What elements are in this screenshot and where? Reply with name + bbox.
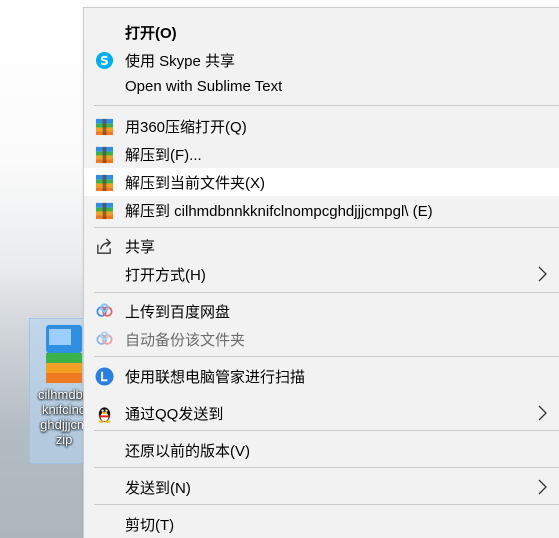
menu-item-send-qq[interactable]: 通过QQ发送到 — [84, 399, 559, 427]
caption-line: knifclno — [41, 402, 87, 417]
menu-item-label: 解压到当前文件夹(X) — [125, 175, 265, 192]
caption-line: cilhmdbn — [37, 387, 87, 402]
menu-item-cut[interactable]: 剪切(T) — [84, 510, 559, 538]
menu-item-extract-to[interactable]: 解压到(F)... — [84, 140, 559, 168]
baidu-netdisk-icon — [96, 303, 113, 317]
chevron-right-icon — [538, 405, 547, 421]
menu-item-label: 共享 — [125, 239, 156, 256]
archive-icon — [95, 146, 114, 164]
menu-item-label: 解压到(F)... — [125, 147, 202, 164]
menu-item-lenovo-scan[interactable]: 使用联想电脑管家进行扫描 — [84, 362, 559, 390]
menu-item-open[interactable]: 打开(O) — [84, 18, 559, 46]
archive-icon — [46, 325, 82, 383]
chevron-right-icon — [538, 266, 547, 282]
menu-item-label: 还原以前的版本(V) — [125, 443, 250, 460]
menu-item-label: 打开方式(H) — [125, 267, 206, 284]
share-icon — [97, 238, 112, 254]
menu-item-auto-backup: 自动备份该文件夹 — [84, 325, 559, 353]
menu-item-skype-share[interactable]: S 使用 Skype 共享 — [84, 46, 559, 74]
menu-separator — [94, 467, 559, 468]
context-menu: 打开(O) S 使用 Skype 共享 Open with Sublime Te… — [83, 7, 559, 538]
menu-item-label: 使用 Skype 共享 — [125, 53, 236, 70]
menu-separator — [94, 430, 559, 431]
baidu-netdisk-icon — [96, 331, 113, 345]
menu-item-label: 剪切(T) — [125, 517, 175, 534]
archive-icon — [95, 202, 114, 220]
menu-separator — [94, 292, 559, 293]
menu-separator — [94, 105, 559, 106]
menu-item-restore-previous[interactable]: 还原以前的版本(V) — [84, 436, 559, 464]
menu-item-label: 使用联想电脑管家进行扫描 — [125, 369, 306, 386]
caption-line: zip — [55, 432, 73, 447]
menu-item-label: 打开(O) — [125, 25, 177, 42]
svg-text:S: S — [100, 54, 109, 68]
menu-item-label: 解压到 cilhmdbnnkknifclnompcghdjjjcmpgl\ (E… — [125, 203, 433, 220]
menu-separator — [94, 356, 559, 357]
menu-separator — [94, 504, 559, 505]
archive-icon — [95, 118, 114, 136]
menu-item-send-to[interactable]: 发送到(N) — [84, 473, 559, 501]
zip-file-caption: cilhmdbn knifclno ghdjjjcm zip — [32, 387, 87, 447]
menu-item-share[interactable]: 共享 — [84, 232, 559, 260]
menu-item-extract-here[interactable]: 解压到当前文件夹(X) — [84, 168, 559, 196]
menu-item-open-360[interactable]: 用360压缩打开(Q) — [84, 112, 559, 140]
menu-item-label: 上传到百度网盘 — [125, 304, 231, 321]
archive-icon — [95, 174, 114, 192]
lenovo-manager-icon — [95, 367, 114, 386]
menu-item-label: Open with Sublime Text — [125, 78, 283, 95]
zip-file-icon-selected[interactable]: cilhmdbn knifclno ghdjjjcm zip — [29, 318, 87, 464]
menu-item-label: 自动备份该文件夹 — [125, 332, 246, 349]
caption-line: ghdjjjcm — [40, 417, 87, 432]
menu-item-open-sublime[interactable]: Open with Sublime Text — [84, 74, 559, 102]
menu-item-extract-to-folder[interactable]: 解压到 cilhmdbnnkknifclnompcghdjjjcmpgl\ (E… — [84, 196, 559, 224]
menu-item-label: 发送到(N) — [125, 480, 191, 497]
qq-penguin-icon — [98, 407, 111, 423]
chevron-right-icon — [538, 479, 547, 495]
menu-item-open-with[interactable]: 打开方式(H) — [84, 260, 559, 288]
menu-item-upload-baidu[interactable]: 上传到百度网盘 — [84, 297, 559, 325]
skype-icon: S — [95, 51, 114, 70]
menu-separator — [94, 227, 559, 228]
menu-item-label: 通过QQ发送到 — [125, 406, 224, 423]
menu-item-label: 用360压缩打开(Q) — [125, 119, 247, 136]
